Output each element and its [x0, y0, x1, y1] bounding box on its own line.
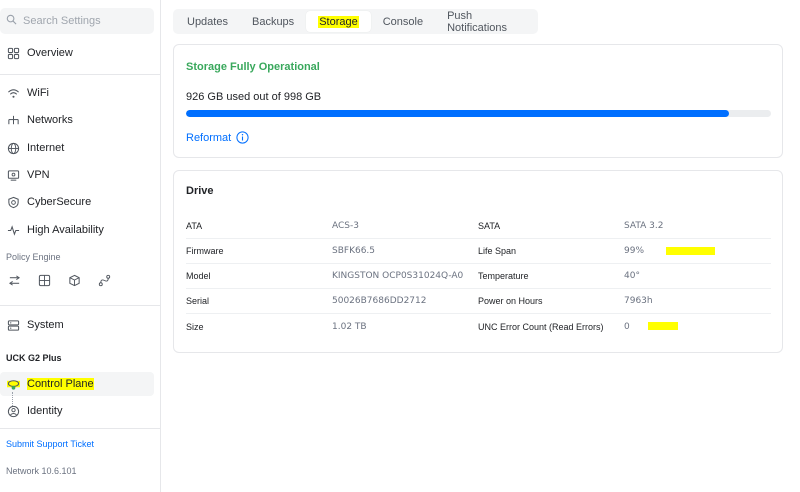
- drive-field-value: 7963h: [624, 296, 653, 306]
- sidebar-item-cybersecure[interactable]: CyberSecure: [0, 190, 154, 214]
- sidebar-item-vpn[interactable]: VPN: [0, 163, 154, 187]
- search-icon: [6, 14, 17, 28]
- sidebar-item-system[interactable]: System: [0, 313, 154, 337]
- drive-field-value: KINGSTON OCP0S31024Q-A0: [332, 271, 464, 281]
- divider: [0, 305, 160, 306]
- control-plane-icon: [6, 377, 20, 391]
- drive-field-value-text: 99%: [624, 246, 645, 256]
- drive-field-label: ATA: [186, 221, 203, 231]
- tab-backups[interactable]: Backups: [240, 11, 306, 32]
- shield-icon: [6, 195, 20, 209]
- search-input[interactable]: [23, 15, 143, 27]
- sidebar-item-internet[interactable]: Internet: [0, 136, 154, 160]
- sidebar-item-label: Overview: [27, 47, 73, 59]
- sidebar-item-overview[interactable]: Overview: [0, 41, 154, 65]
- drive-field-label: Size: [186, 321, 204, 332]
- sidebar-item-identity[interactable]: Identity: [0, 399, 154, 423]
- pulse-icon: [6, 223, 20, 237]
- drive-field-value-text: 0: [624, 321, 630, 332]
- drive-field-label: Model: [186, 271, 211, 281]
- highlight-mark: [647, 322, 678, 330]
- overview-icon: [6, 46, 20, 60]
- drive-field-label: Serial: [186, 296, 210, 306]
- info-icon[interactable]: [236, 131, 249, 144]
- drive-field-value: SATA 3.2: [624, 221, 664, 231]
- sidebar-item-label: VPN: [27, 169, 50, 181]
- storage-usage-bar: [186, 110, 771, 117]
- sidebar-item-high-availability[interactable]: High Availability: [0, 218, 154, 242]
- policy-engine-icons: [8, 274, 112, 288]
- drive-field-value: ACS-3: [332, 221, 359, 231]
- highlight-mark: [666, 246, 716, 255]
- device-title: UCK G2 Plus: [6, 353, 62, 363]
- drive-field-value: SBFK66.5: [332, 246, 376, 256]
- globe-icon: [6, 141, 20, 155]
- sidebar-item-control-plane[interactable]: Control Plane: [0, 372, 154, 396]
- tab-storage[interactable]: Storage: [306, 11, 371, 32]
- sidebar-item-label: Internet: [27, 142, 65, 154]
- divider: [0, 428, 160, 429]
- tab-updates[interactable]: Updates: [175, 11, 240, 32]
- submit-support-ticket-link[interactable]: Submit Support Ticket: [6, 439, 94, 449]
- sidebar-item-label: CyberSecure: [27, 196, 92, 208]
- drive-card: Drive ATA ACS-3 SATA SATA 3.2 Firmware SBFK66…: [173, 170, 783, 353]
- search-box[interactable]: [0, 8, 154, 34]
- tab-console[interactable]: Console: [371, 11, 435, 32]
- drive-row: Serial 50026B7686DD2712 Power on Hours 7963…: [186, 289, 771, 314]
- drive-row: Model KINGSTON OCP0S31024Q-A0 Temperature 4…: [186, 264, 771, 289]
- sidebar-item-networks[interactable]: Networks: [0, 108, 154, 132]
- sidebar-item-label: Control Plane: [27, 378, 94, 390]
- sidebar: Overview WiFi Networks Internet VPN Cybe…: [0, 0, 161, 492]
- storage-card: Storage Fully Operational 926 GB used ou…: [173, 44, 783, 158]
- sidebar-item-label: Identity: [27, 405, 63, 417]
- policy-flow-icon[interactable]: [98, 274, 112, 288]
- storage-status: Storage Fully Operational: [186, 61, 320, 73]
- identity-icon: [6, 404, 20, 418]
- version-label: Network 10.6.101: [6, 466, 77, 476]
- drive-row: Size 1.02 TB UNC Error Count (Read Errors)…: [186, 314, 771, 339]
- drive-field-value: 0: [624, 322, 771, 332]
- policy-cube-icon[interactable]: [68, 274, 82, 288]
- settings-tabs: Updates Backups Storage Console Push Not…: [173, 9, 538, 34]
- policy-engine-label: Policy Engine: [6, 252, 61, 262]
- drive-row: Firmware SBFK66.5 Life Span 99%: [186, 239, 771, 264]
- drive-field-value: 40°: [624, 271, 640, 281]
- sidebar-item-label: System: [27, 319, 64, 331]
- networks-icon: [6, 113, 20, 127]
- sidebar-item-label: High Availability: [27, 224, 104, 236]
- tab-push-notifications[interactable]: Push Notifications: [435, 10, 536, 34]
- vpn-icon: [6, 168, 20, 182]
- sidebar-item-wifi[interactable]: WiFi: [0, 81, 154, 105]
- storage-usage-bar-fill: [186, 110, 729, 117]
- sidebar-item-label: Networks: [27, 114, 73, 126]
- drive-title: Drive: [186, 185, 214, 197]
- reformat-button[interactable]: Reformat: [186, 131, 249, 144]
- tab-label: Storage: [318, 15, 359, 28]
- policy-grid-icon[interactable]: [38, 274, 52, 288]
- drive-field-label: SATA: [478, 221, 501, 231]
- drive-field-label: Life Span: [478, 246, 517, 256]
- drive-field-label: Temperature: [478, 271, 529, 281]
- system-icon: [6, 318, 20, 332]
- drive-field-label: Firmware: [186, 246, 224, 256]
- wifi-icon: [6, 86, 20, 100]
- drive-field-value: 50026B7686DD2712: [332, 296, 427, 306]
- reformat-label: Reformat: [186, 131, 232, 144]
- sidebar-item-label: WiFi: [27, 87, 49, 99]
- drive-field-value: 1.02 TB: [332, 321, 367, 332]
- drive-field-value: 99%: [624, 246, 771, 256]
- drive-field-label: Power on Hours: [478, 296, 543, 306]
- policy-route-icon[interactable]: [8, 274, 22, 288]
- drive-field-label: UNC Error Count (Read Errors): [478, 321, 604, 332]
- divider: [0, 74, 160, 75]
- drive-row: ATA ACS-3 SATA SATA 3.2: [186, 214, 771, 239]
- storage-usage: 926 GB used out of 998 GB: [186, 91, 322, 103]
